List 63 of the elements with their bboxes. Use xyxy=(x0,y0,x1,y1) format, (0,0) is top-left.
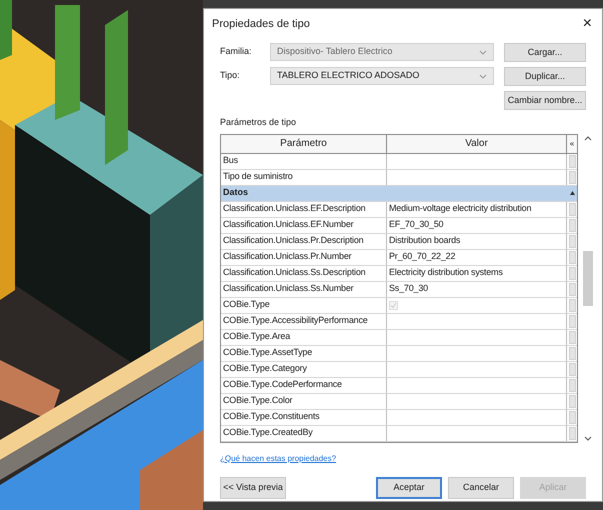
row-button[interactable] xyxy=(568,170,576,184)
row-button[interactable] xyxy=(568,362,576,376)
parameter-name: COBie.Type xyxy=(221,298,387,312)
parameter-name: COBie.Type.AssetType xyxy=(221,346,387,360)
column-toggle[interactable]: « xyxy=(567,134,577,152)
parameter-name: Bus xyxy=(221,154,387,168)
parameter-value: EF_70_30_50 xyxy=(389,218,444,232)
dialog-title: Propiedades de tipo xyxy=(212,16,310,32)
parameter-name: COBie.Type.AccessibilityPerformance xyxy=(221,314,387,328)
parameter-value: Medium-voltage electricity distribution xyxy=(389,202,532,216)
side-button[interactable]: Cargar... xyxy=(504,43,586,62)
column-header: Valor xyxy=(387,134,567,152)
parameter-name: COBie.Type.Constituents xyxy=(221,410,387,424)
collapse-icon[interactable] xyxy=(570,191,575,195)
section-label: Parámetros de tipo xyxy=(219,116,298,129)
row-button[interactable] xyxy=(568,218,576,232)
chevron-up-icon[interactable] xyxy=(584,136,592,140)
parameter-name: Classification.Uniclass.Pr.Description xyxy=(221,234,387,248)
side-button[interactable]: Duplicar... xyxy=(504,67,586,86)
row-button[interactable] xyxy=(568,410,576,424)
parameter-value: Electricity distribution systems xyxy=(389,266,503,280)
parameter-name: COBie.Type.CodePerformance xyxy=(221,378,387,392)
parameter-name: Classification.Uniclass.Ss.Description xyxy=(221,266,387,280)
row-button[interactable] xyxy=(568,250,576,264)
close-button[interactable]: × xyxy=(578,16,596,32)
row-button[interactable] xyxy=(568,426,576,440)
row-button[interactable] xyxy=(568,202,576,216)
parameter-name: Classification.Uniclass.Ss.Number xyxy=(221,282,387,296)
row-button[interactable] xyxy=(568,154,576,168)
parameter-value: Pr_60_70_22_22 xyxy=(389,250,456,264)
row-button[interactable] xyxy=(568,234,576,248)
preview-button[interactable]: << Vista previa xyxy=(220,476,286,498)
row-button[interactable] xyxy=(568,298,576,312)
parameter-name: Classification.Uniclass.EF.Number xyxy=(221,218,387,232)
parameter-name: COBie.Type.CreatedBy xyxy=(221,426,387,440)
row-button[interactable] xyxy=(568,394,576,408)
column-header: Parámetro xyxy=(221,134,387,152)
parameter-name: Classification.Uniclass.EF.Description xyxy=(221,202,387,216)
chevron-down-icon[interactable] xyxy=(584,436,592,440)
parameter-name: Classification.Uniclass.Pr.Number xyxy=(221,250,387,264)
row-button[interactable] xyxy=(568,346,576,360)
row-button[interactable] xyxy=(568,266,576,280)
dialog-button[interactable]: Cancelar xyxy=(448,476,514,498)
chevron-down-icon xyxy=(479,50,487,54)
parameter-name: COBie.Type.Category xyxy=(221,362,387,376)
chevron-down-icon xyxy=(479,74,487,78)
row-button[interactable] xyxy=(568,378,576,392)
type-dropdown[interactable]: TABLERO ELECTRICO ADOSADO xyxy=(270,67,494,85)
field-label: Familia: xyxy=(220,45,253,58)
row-button[interactable] xyxy=(568,314,576,328)
parameter-value: Ss_70_30 xyxy=(389,282,428,296)
scrollbar-thumb[interactable] xyxy=(583,250,593,306)
parameter-name: Tipo de suministro xyxy=(221,170,387,184)
field-label: Tipo: xyxy=(220,69,241,82)
side-button[interactable]: Cambiar nombre... xyxy=(504,91,586,110)
parameter-value: Distribution boards xyxy=(389,234,460,248)
help-link[interactable]: ¿Qué hacen estas propiedades? xyxy=(204,452,352,464)
dialog-button[interactable]: Aceptar xyxy=(376,476,442,498)
row-button[interactable] xyxy=(568,282,576,296)
group-row[interactable]: Datos xyxy=(221,186,577,202)
row-button[interactable] xyxy=(568,330,576,344)
parameter-name: COBie.Type.Color xyxy=(221,394,387,408)
parameter-name: COBie.Type.Area xyxy=(221,330,387,344)
